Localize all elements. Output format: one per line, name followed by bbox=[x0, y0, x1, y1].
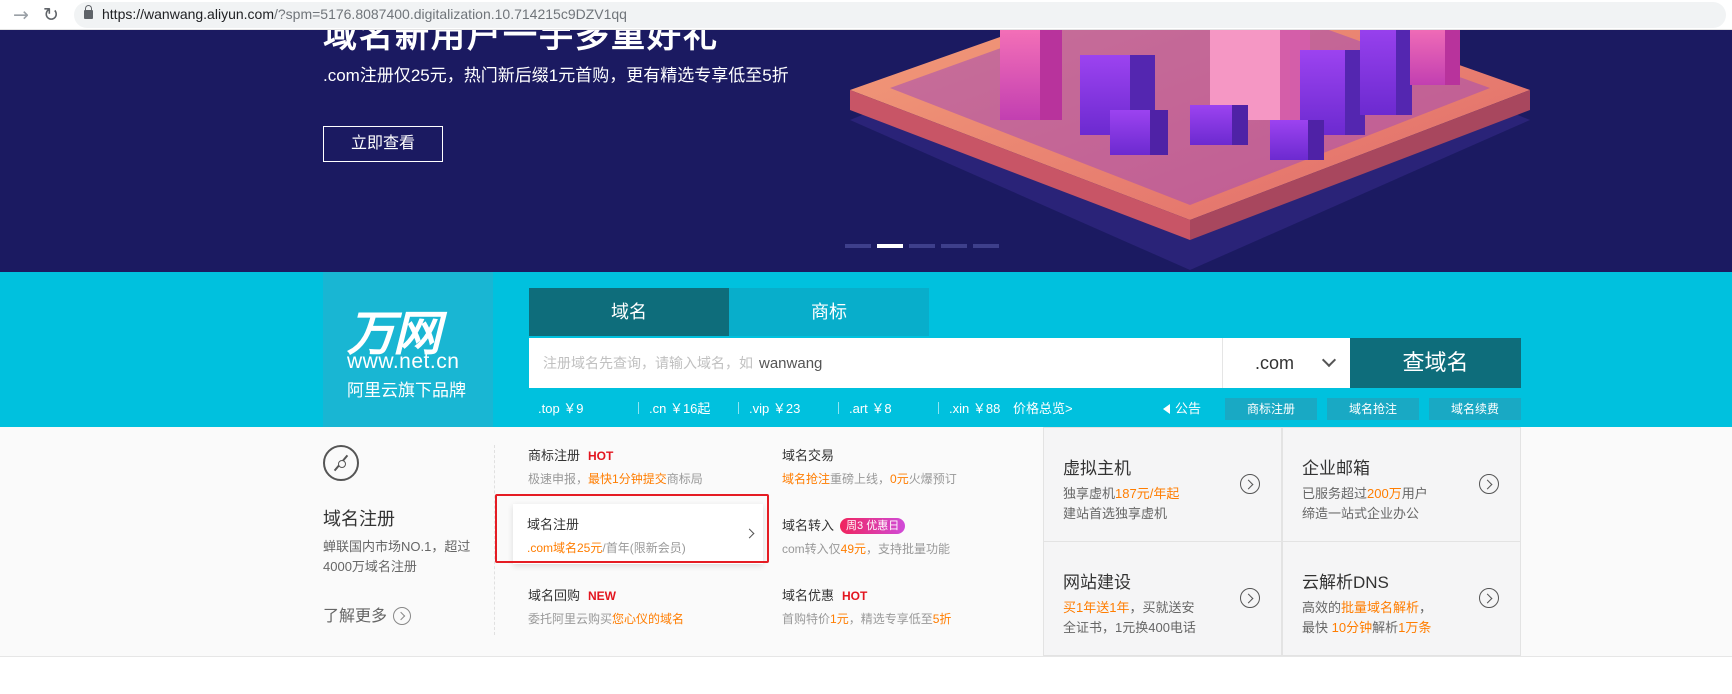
hero-banner: 域名新用户一手多重好礼 .com注册仅25元，热门新后缀1元首购，更有精选专享低… bbox=[0, 30, 1732, 272]
trademark-register-button[interactable]: 商标注册 bbox=[1225, 398, 1317, 420]
browser-address-bar: → ↻ https://wanwang.aliyun.com/?spm=5176… bbox=[0, 0, 1732, 30]
search-domain-button[interactable]: 查域名 bbox=[1350, 338, 1521, 388]
service-domain-register[interactable]: 域名注册 .com域名25元/首年(限新会员) bbox=[513, 504, 763, 564]
carousel-dot[interactable] bbox=[941, 244, 967, 248]
circle-arrow-icon bbox=[1240, 588, 1260, 608]
brand-tagline: 阿里云旗下品牌 bbox=[347, 381, 466, 400]
url-text: https://wanwang.aliyun.com/?spm=5176.808… bbox=[102, 6, 627, 22]
chevron-down-icon bbox=[1321, 352, 1337, 368]
divider bbox=[494, 445, 495, 635]
circle-arrow-icon bbox=[1479, 474, 1499, 494]
price-overview-link[interactable]: 价格总览> bbox=[1013, 398, 1073, 417]
tab-trademark[interactable]: 商标 bbox=[729, 288, 929, 336]
price-list: .top ￥9 .cn ￥16起 .vip ￥23 .art ￥8 .xin ￥… bbox=[538, 398, 1038, 417]
circle-arrow-icon bbox=[1479, 588, 1499, 608]
intro-title: 域名注册 bbox=[323, 509, 395, 529]
carousel-dot[interactable] bbox=[845, 244, 871, 248]
service-domain-transfer[interactable]: 域名转入 周3 优惠日 com转入仅49元，支持批量功能 bbox=[782, 515, 1032, 557]
speaker-icon bbox=[1163, 404, 1170, 414]
domain-search-section: 万网 www.net.cn 阿里云旗下品牌 域名 商标 注册域名先查询，请输入域… bbox=[0, 272, 1732, 427]
service-domain-discount[interactable]: 域名优惠 HOT 首购特价1元，精选专享低至5折 bbox=[782, 585, 1032, 627]
brand-url: www.net.cn bbox=[347, 350, 460, 373]
price-item-cn[interactable]: .cn ￥16起 bbox=[638, 398, 738, 417]
banner-title: 域名新用户一手多重好礼 bbox=[323, 30, 719, 55]
carousel-dot[interactable] bbox=[973, 244, 999, 248]
tab-domain[interactable]: 域名 bbox=[529, 288, 729, 336]
url-field[interactable]: https://wanwang.aliyun.com/?spm=5176.808… bbox=[74, 2, 1726, 28]
back-arrow-icon[interactable]: → bbox=[10, 4, 32, 26]
intro-desc: 蝉联国内市场NO.1，超过4000万域名注册 bbox=[323, 539, 471, 574]
service-domain-trade[interactable]: 域名交易 域名抢注重磅上线，0元火爆预订 bbox=[782, 445, 1032, 487]
service-trademark[interactable]: 商标注册 HOT 极速申报，最快1分钟提交商标局 bbox=[528, 445, 778, 487]
suffix-dropdown[interactable]: .com bbox=[1222, 338, 1350, 388]
carousel-dot-active[interactable] bbox=[877, 244, 903, 248]
promo-badge: 周3 优惠日 bbox=[840, 518, 906, 534]
carousel-dot[interactable] bbox=[909, 244, 935, 248]
domain-backorder-button[interactable]: 域名抢注 bbox=[1327, 398, 1419, 420]
reload-icon[interactable]: ↻ bbox=[40, 4, 62, 26]
price-item-art[interactable]: .art ￥8 bbox=[838, 398, 938, 417]
carousel-dots bbox=[845, 244, 999, 248]
notice-link[interactable]: 公告 bbox=[1163, 398, 1201, 417]
grid-enterprise-mail[interactable]: 企业邮箱 已服务超过200万用户 缔造一站式企业办公 bbox=[1282, 427, 1521, 542]
domain-search-input[interactable] bbox=[529, 338, 1222, 388]
grid-virtual-host[interactable]: 虚拟主机 独享虚机187元/年起 建站首选独享虚机 bbox=[1043, 427, 1282, 542]
isometric-city-illustration bbox=[850, 30, 1530, 270]
grid-website-build[interactable]: 网站建设 买1年送1年，买就送安 全证书，1元换400电话 bbox=[1043, 541, 1282, 656]
view-now-button[interactable]: 立即查看 bbox=[323, 126, 443, 162]
circle-arrow-icon bbox=[393, 607, 412, 625]
lock-icon bbox=[84, 5, 93, 19]
price-item-vip[interactable]: .vip ￥23 bbox=[738, 398, 838, 417]
price-item-top[interactable]: .top ￥9 bbox=[538, 398, 638, 417]
chevron-right-icon bbox=[744, 528, 755, 539]
services-section: 域名注册 蝉联国内市场NO.1，超过4000万域名注册 了解更多 商标注册 HOT… bbox=[0, 427, 1732, 657]
compass-icon bbox=[323, 445, 359, 481]
domain-renew-button[interactable]: 域名续费 bbox=[1429, 398, 1521, 420]
grid-cloud-dns[interactable]: 云解析DNS 高效的批量域名解析， 最快 10分钟解析1万条 bbox=[1282, 541, 1521, 656]
circle-arrow-icon bbox=[1240, 474, 1260, 494]
brand-box: 万网 www.net.cn 阿里云旗下品牌 bbox=[323, 272, 493, 427]
service-domain-buyback[interactable]: 域名回购 NEW 委托阿里云购买您心仪的域名 bbox=[528, 585, 778, 627]
banner-subtitle: .com注册仅25元，热门新后缀1元首购，更有精选专享低至5折 bbox=[323, 66, 789, 85]
learn-more-link[interactable]: 了解更多 bbox=[323, 602, 412, 626]
suffix-value: .com bbox=[1255, 353, 1295, 373]
